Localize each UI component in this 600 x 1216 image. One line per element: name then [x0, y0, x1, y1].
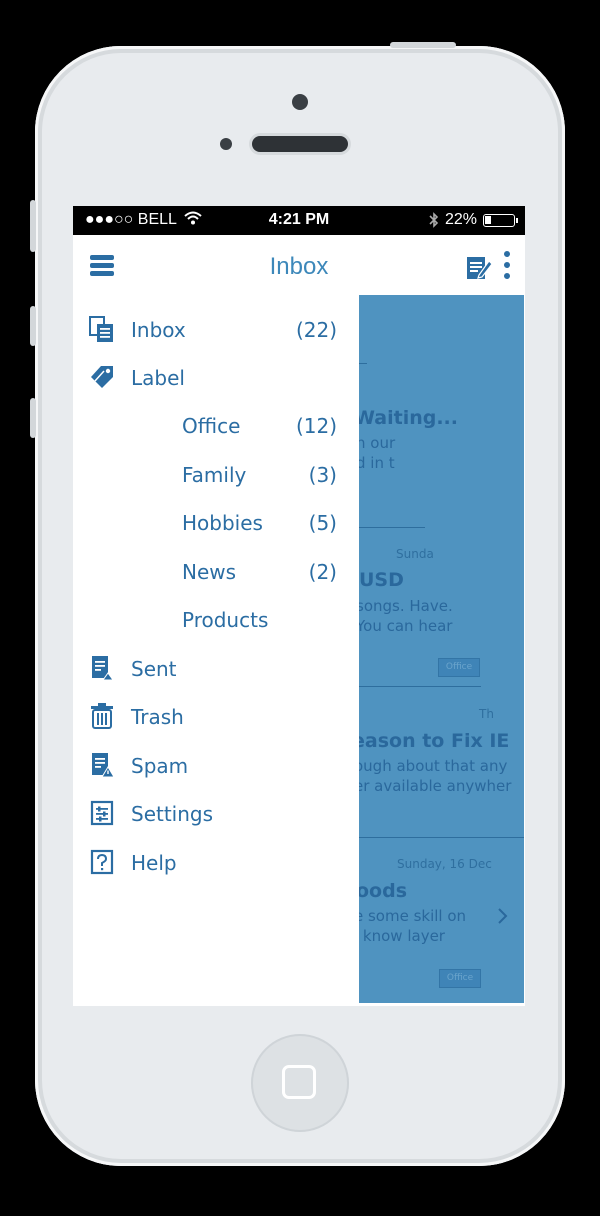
drawer-item-label: Trash — [131, 705, 184, 729]
drawer-item-count: (5) — [308, 511, 337, 535]
status-bar: ●●●○○ BELL 4:21 PM 22% — [73, 206, 525, 235]
sensor-dot — [220, 138, 232, 150]
drawer-item-label: Settings — [131, 802, 214, 826]
volume-down-button — [30, 398, 36, 438]
message-preview: l know layer — [359, 927, 445, 945]
volume-up-button — [30, 306, 36, 346]
page-title: Inbox — [269, 253, 329, 280]
drawer-item-count: (22) — [295, 318, 337, 342]
compose-icon[interactable] — [465, 253, 493, 281]
message-preview: ough about that any — [359, 757, 508, 775]
drawer-item-label: Spam — [131, 754, 189, 778]
drawer-item-label[interactable]: Label — [73, 359, 359, 399]
drawer-item-help[interactable]: Help — [73, 844, 359, 884]
drawer-item-count: (12) — [295, 414, 337, 438]
battery-icon — [483, 213, 518, 227]
settings-icon — [90, 800, 114, 826]
message-date: Sunda — [396, 547, 434, 561]
label-badge: Office — [438, 658, 480, 677]
drawer-item-count: (3) — [308, 463, 337, 487]
message-date: Sunday, 16 Dec — [397, 857, 492, 871]
message-subject: eason to Fix IE — [359, 730, 510, 752]
drawer-item-label: Products — [182, 608, 269, 632]
status-right: 22% — [429, 211, 518, 229]
trash-icon — [91, 703, 113, 729]
message-preview: songs. Have. — [359, 597, 453, 615]
message-date: Th — [479, 707, 494, 721]
content-peek[interactable]: Waiting... n our d in t Sunda USD songs.… — [359, 295, 525, 1006]
kebab-icon[interactable] — [504, 251, 510, 284]
drawer-item-label: Office — [182, 414, 241, 438]
drawer-item-trash[interactable]: Trash — [73, 698, 359, 738]
message-preview: d in t — [359, 454, 395, 472]
drawer-subitem-products[interactable]: Products — [73, 601, 359, 641]
message-list-overlay: Waiting... n our d in t Sunda USD songs.… — [359, 295, 524, 1003]
help-icon — [90, 849, 114, 875]
inbox-icon — [89, 316, 113, 342]
sent-icon — [92, 656, 114, 681]
divider — [359, 363, 367, 364]
drawer-item-label: Inbox — [131, 318, 186, 342]
home-square-icon — [282, 1065, 316, 1099]
drawer-item-label: Help — [131, 851, 177, 875]
message-subject: USD — [359, 569, 404, 591]
divider — [359, 527, 425, 528]
message-subject: Waiting... — [359, 407, 458, 429]
message-preview: n our — [359, 434, 396, 452]
drawer-item-settings[interactable]: Settings — [73, 795, 359, 835]
drawer-subitem-family[interactable]: Family (3) — [73, 456, 359, 496]
drawer-item-inbox[interactable]: Inbox (22) — [73, 311, 359, 351]
spam-icon — [92, 753, 115, 778]
navigation-drawer: Inbox (22) Label Office (12) Family (3) … — [73, 295, 359, 1006]
label-badge: Office — [439, 969, 481, 988]
divider — [359, 837, 524, 838]
drawer-item-label: News — [182, 560, 237, 584]
drawer-item-label: Family — [182, 463, 247, 487]
front-camera — [292, 94, 308, 110]
drawer-item-count: (2) — [308, 560, 337, 584]
power-button — [390, 42, 456, 48]
screen: ●●●○○ BELL 4:21 PM 22% Inbox Inbox (22) … — [73, 206, 525, 1006]
top-app-bar: Inbox — [73, 235, 525, 295]
message-preview: e some skill on — [359, 907, 467, 925]
drawer-item-label: Sent — [131, 657, 177, 681]
drawer-item-label: Hobbies — [182, 511, 263, 535]
chevron-right-icon — [498, 908, 508, 924]
drawer-subitem-hobbies[interactable]: Hobbies (5) — [73, 504, 359, 544]
message-preview: er available anywher — [359, 777, 512, 795]
battery-percent: 22% — [444, 211, 477, 228]
bluetooth-icon — [429, 212, 439, 228]
drawer-item-label: Label — [131, 366, 185, 390]
divider — [359, 686, 481, 687]
drawer-item-sent[interactable]: Sent — [73, 650, 359, 690]
drawer-subitem-office[interactable]: Office (12) — [73, 407, 359, 447]
drawer-item-spam[interactable]: Spam — [73, 747, 359, 787]
battery-fill — [485, 215, 491, 224]
earpiece-speaker — [252, 136, 348, 152]
mute-switch — [30, 200, 36, 252]
drawer-subitem-news[interactable]: News (2) — [73, 553, 359, 593]
tag-icon — [91, 366, 113, 388]
message-preview: You can hear — [359, 617, 453, 635]
message-subject: oods — [359, 880, 408, 902]
